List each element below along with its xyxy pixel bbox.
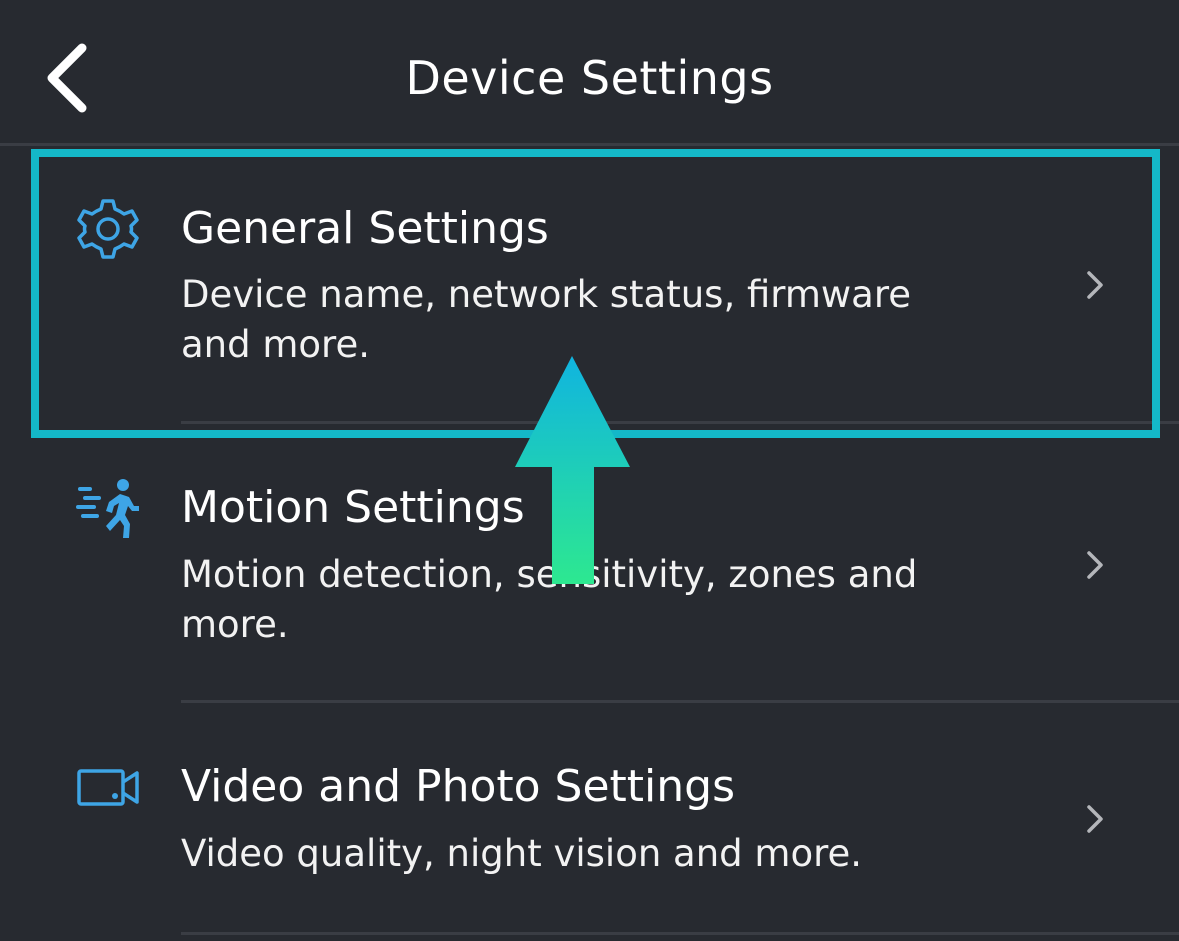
- general-settings-row[interactable]: General Settings Device name, network st…: [0, 146, 1179, 422]
- chevron-right-icon: [1083, 267, 1107, 303]
- gear-icon: [76, 197, 140, 261]
- motion-settings-row[interactable]: Motion Settings Motion detection, sensit…: [0, 424, 1179, 702]
- row-subtitle: Video quality, night vision and more.: [181, 832, 863, 875]
- row-subtitle: Device name, network status, firmware an…: [181, 273, 911, 366]
- video-photo-settings-row[interactable]: Video and Photo Settings Video quality, …: [0, 703, 1179, 935]
- page-title: Device Settings: [405, 51, 774, 105]
- chevron-right-icon: [1083, 801, 1107, 837]
- row-divider: [181, 932, 1179, 935]
- row-title: Video and Photo Settings: [181, 761, 735, 812]
- video-camera-icon: [77, 768, 141, 808]
- chevron-right-icon: [1083, 547, 1107, 583]
- row-title: Motion Settings: [181, 482, 525, 533]
- header-bar: Device Settings: [0, 0, 1179, 143]
- row-title: General Settings: [181, 203, 549, 254]
- running-person-icon: [76, 476, 140, 540]
- row-subtitle: Motion detection, sensitivity, zones and…: [181, 553, 918, 646]
